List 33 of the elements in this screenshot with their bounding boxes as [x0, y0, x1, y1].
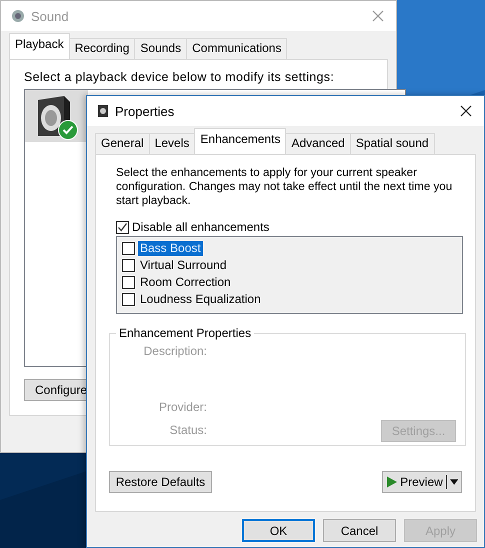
tab[interactable]: Playback [9, 33, 70, 59]
preview-button[interactable]: Preview [382, 471, 462, 493]
dialog-button[interactable]: OK [242, 519, 315, 542]
dialog-button[interactable]: Cancel [323, 519, 396, 542]
description-text: Select the enhancements to apply for your current speaker configuration. Changes may not take effect until the next time you start playback. [116, 166, 454, 208]
checkbox[interactable] [122, 259, 135, 272]
window-title: Properties [115, 104, 176, 118]
instruction-text: Select a playback device below to modify its settings: [24, 70, 336, 84]
checkbox[interactable] [122, 276, 135, 289]
tab[interactable]: Spatial sound [350, 133, 435, 154]
checkbox-label: Disable all enhancements [132, 220, 270, 234]
tab[interactable]: General [95, 133, 150, 154]
field-label: Status: [170, 423, 207, 437]
tab[interactable]: Communications [186, 38, 288, 59]
list-item[interactable]: Virtual Surround [138, 258, 228, 273]
list-item[interactable]: Loudness Equalization [138, 292, 263, 307]
list-item[interactable]: Room Correction [138, 275, 233, 290]
play-icon [387, 476, 398, 488]
close-icon[interactable] [458, 103, 474, 119]
device-item[interactable] [25, 90, 88, 142]
field-label: Description: [144, 344, 207, 358]
speaker-icon [11, 9, 25, 23]
group-title: Enhancement Properties [116, 326, 254, 340]
dropdown-arrow-icon [450, 479, 458, 485]
checkbox[interactable] [122, 293, 135, 306]
field-label: Provider: [158, 400, 207, 414]
checkbox[interactable] [122, 242, 135, 255]
checkbox[interactable] [116, 220, 129, 234]
list-item[interactable]: Bass Boost [138, 241, 203, 256]
speaker-icon [97, 104, 109, 118]
tab[interactable]: Enhancements [194, 128, 286, 154]
restore-defaults-button[interactable]: Restore Defaults [109, 471, 212, 493]
window-title: Sound [31, 8, 70, 24]
